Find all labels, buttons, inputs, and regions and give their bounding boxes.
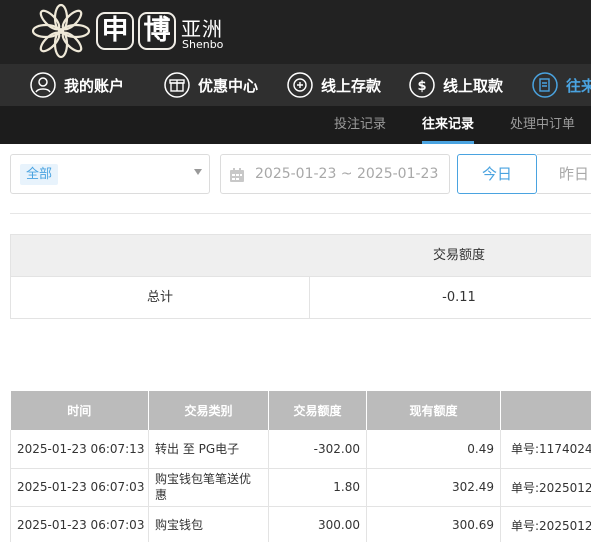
logo-char-2: 博: [138, 12, 176, 50]
nav-item-withdraw[interactable]: $ 线上取款: [409, 64, 503, 106]
type-select[interactable]: 全部: [10, 154, 210, 194]
date-range-text: 2025-01-23 ~ 2025-01-23: [255, 166, 439, 182]
header: 申 博 亚洲 Shenbo: [0, 0, 591, 64]
nav-item-label: 往来: [566, 76, 591, 95]
nav-item-my-account[interactable]: 我的账户: [30, 64, 124, 106]
summary-amount-header: 交易额度: [432, 248, 485, 263]
column-header-amount: 交易额度: [268, 391, 367, 430]
tab-transaction-records[interactable]: 往来记录: [422, 106, 475, 144]
cell-time: 2025-01-23 06:07:03: [10, 468, 149, 507]
nav-item-deposit[interactable]: 线上存款: [287, 64, 381, 106]
records-icon: [532, 72, 558, 98]
tab-pending-orders[interactable]: 处理中订单: [510, 106, 575, 144]
nav-item-label: 线上取款: [443, 76, 504, 95]
tab-label: 处理中订单: [510, 117, 576, 132]
selected-type-tag: 全部: [20, 164, 59, 185]
nav-item-label: 优惠中心: [198, 76, 259, 95]
logo-char-1: 申: [96, 12, 134, 50]
main-nav: 我的账户 优惠中心 线上存款 $ 线上取款 往来: [0, 64, 591, 106]
cell-balance: 300.69: [366, 506, 501, 542]
cell-type: 转出 至 PG电子: [148, 430, 269, 469]
active-tab-indicator: [422, 141, 475, 144]
nav-item-promotions[interactable]: 优惠中心: [164, 64, 258, 106]
summary-header: 交易额度: [11, 235, 591, 277]
summary-table: 交易额度 总计 -0.11: [10, 234, 591, 319]
flower-logo-icon: [31, 3, 91, 59]
summary-total-value: -0.11: [442, 290, 476, 305]
table-header-row: 时间 交易类别 交易额度 现有额度: [10, 391, 591, 430]
tab-label: 投注记录: [334, 117, 387, 132]
cell-amount: -302.00: [268, 430, 367, 469]
svg-text:$: $: [417, 79, 426, 94]
cell-note: 单号:1174024: [500, 430, 591, 469]
records-table: 时间 交易类别 交易额度 现有额度 2025-01-23 06:07:13 转出…: [10, 391, 591, 542]
cell-type: 购宝钱包笔笔送优惠: [148, 468, 269, 507]
cell-time: 2025-01-23 06:07:13: [10, 430, 149, 469]
nav-item-label: 我的账户: [64, 76, 125, 95]
cell-balance: 302.49: [366, 468, 501, 507]
calendar-icon: [230, 168, 244, 182]
tab-label: 往来记录: [422, 117, 475, 132]
cell-note: 单号:2025012: [500, 506, 591, 542]
divider: [10, 213, 591, 214]
table-row: 2025-01-23 06:07:13 转出 至 PG电子 -302.00 0.…: [10, 430, 591, 469]
cell-type: 购宝钱包: [148, 506, 269, 542]
tab-bet-records[interactable]: 投注记录: [334, 106, 386, 144]
user-icon: [30, 72, 56, 98]
nav-item-label: 线上存款: [321, 76, 382, 95]
deposit-icon: [287, 72, 313, 98]
nav-item-records[interactable]: 往来: [532, 64, 591, 106]
table-row: 2025-01-23 06:07:03 购宝钱包 300.00 300.69 单…: [10, 506, 591, 542]
cell-time: 2025-01-23 06:07:03: [10, 506, 149, 542]
column-header-time: 时间: [10, 391, 149, 430]
column-header-balance: 现有额度: [366, 391, 501, 430]
column-header-note: [500, 391, 591, 430]
sub-nav: 投注记录 往来记录 处理中订单: [0, 106, 591, 144]
column-header-type: 交易类别: [148, 391, 269, 430]
gift-icon: [164, 72, 190, 98]
cell-balance: 0.49: [366, 430, 501, 469]
cell-note: 单号:2025012: [500, 468, 591, 507]
cell-amount: 1.80: [268, 468, 367, 507]
summary-total-label: 总计: [146, 290, 173, 305]
logo-en: Shenbo: [182, 38, 224, 51]
date-range-picker[interactable]: 2025-01-23 ~ 2025-01-23: [220, 154, 450, 194]
caret-down-icon: [194, 169, 202, 175]
table-row: 2025-01-23 06:07:03 购宝钱包笔笔送优惠 1.80 302.4…: [10, 468, 591, 507]
today-button[interactable]: 今日: [457, 154, 537, 194]
cell-amount: 300.00: [268, 506, 367, 542]
yesterday-button[interactable]: 昨日: [537, 154, 591, 194]
page: 申 博 亚洲 Shenbo 我的账户 优惠中心 线上存款 $ 线上取款 往来 投…: [0, 0, 591, 542]
withdraw-icon: $: [409, 72, 435, 98]
